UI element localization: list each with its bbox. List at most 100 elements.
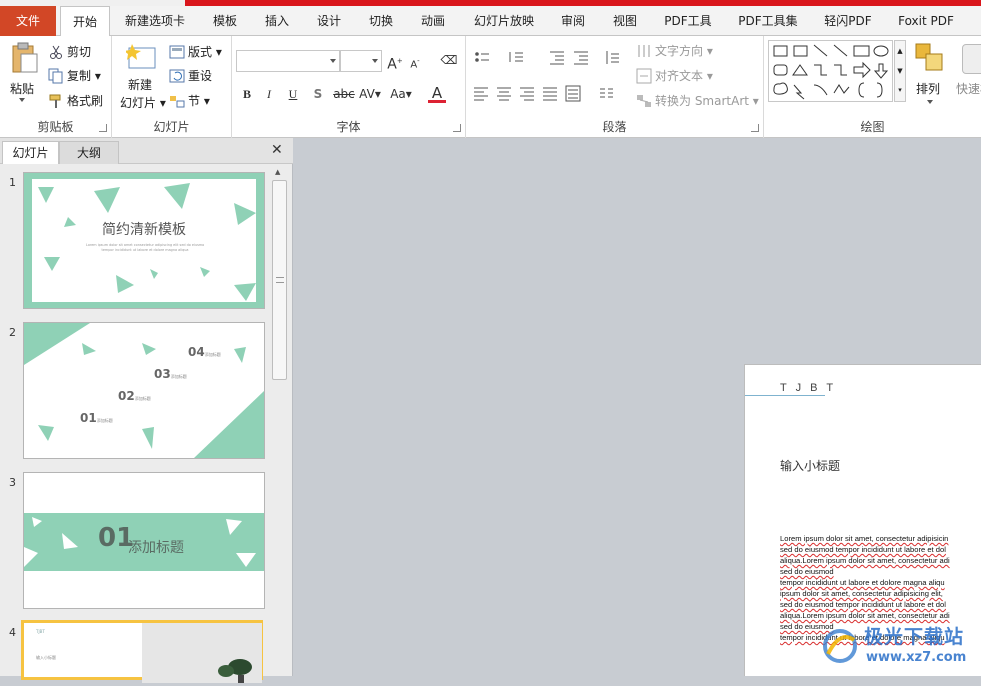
chevron-down-icon[interactable]: ▼ <box>895 61 905 81</box>
right-brace-shape-icon <box>876 82 883 98</box>
tab-pdf-toolset[interactable]: PDF工具集 <box>730 6 806 36</box>
columns-icon <box>600 88 613 98</box>
slides-panel: 幻灯片 大纲 ✕ 1 简约清新模板 Lorem ipsum dolor sit … <box>0 138 293 683</box>
arrow-line-shape-icon <box>833 44 848 57</box>
section-title: 添加标题 <box>128 540 184 556</box>
slide-number: 1 <box>9 176 16 189</box>
panel-scrollbar[interactable]: ▲ <box>271 166 288 676</box>
slide-thumbnail-2[interactable]: 04添加标题 03添加标题 02添加标题 01添加标题 <box>23 322 265 459</box>
section-button[interactable]: 节 ▾ <box>169 91 210 111</box>
tab-light-pdf[interactable]: 轻闪PDF <box>816 6 880 36</box>
panel-tabs: 幻灯片 大纲 ✕ <box>0 138 293 164</box>
slides-group: 新建 幻灯片 ▾ 版式 ▾ 重设 节 ▾ 幻灯片 <box>112 36 232 138</box>
convert-smartart-button[interactable]: 转换为 SmartArt ▾ <box>636 91 759 111</box>
text-direction-button[interactable]: 文字方向 ▾ <box>636 41 713 61</box>
align-right-icon <box>520 87 534 101</box>
slide-number: 4 <box>9 626 16 639</box>
align-text-icon <box>636 68 652 84</box>
shrink-font-button[interactable]: A- <box>406 51 424 71</box>
grow-font-button[interactable]: A+ <box>386 51 404 73</box>
change-case-button[interactable]: Aa▾ <box>388 84 414 104</box>
justify-icon <box>543 87 557 101</box>
tab-view[interactable]: 视图 <box>604 6 646 36</box>
bold-button[interactable]: B <box>238 84 256 104</box>
drawing-group: ▲ ▼ ▾ 排列 快速样 绘图 <box>764 36 981 138</box>
tab-foxit-pdf[interactable]: Foxit PDF <box>890 6 962 36</box>
header-rule <box>745 395 825 396</box>
reset-button[interactable]: 重设 <box>169 66 212 86</box>
layout-button[interactable]: 版式 ▾ <box>169 42 222 62</box>
slide-thumbnail-3[interactable]: 01 添加标题 <box>23 472 265 609</box>
left-brace-shape-icon <box>858 82 865 98</box>
align-text-button[interactable]: 对齐文本 ▾ <box>636 66 713 86</box>
paste-label: 粘贴 <box>10 82 35 96</box>
close-icon[interactable]: ✕ <box>271 142 283 158</box>
agenda-item: 01添加标题 <box>80 411 113 425</box>
tab-outline[interactable]: 大纲 <box>59 141 119 164</box>
shapes-scroll[interactable]: ▲ ▼ ▾ <box>894 40 906 102</box>
quick-styles-button[interactable]: 快速样 <box>954 40 981 112</box>
numbering-icon <box>509 52 523 62</box>
cut-button[interactable]: 剪切 <box>48 42 91 62</box>
clear-format-icon[interactable]: ⌫ <box>440 50 458 70</box>
tab-insert[interactable]: 插入 <box>256 6 298 36</box>
format-painter-label: 格式刷 <box>67 94 104 108</box>
scrollbar-thumb[interactable] <box>272 180 287 380</box>
clipboard-group-label: 剪贴板 <box>37 120 74 134</box>
font-group-label: 字体 <box>336 120 361 134</box>
slide-thumbnail-4[interactable]: TJBT 输入小标题 <box>21 620 263 683</box>
oval-shape-icon <box>873 45 889 57</box>
watermark-url: www.xz7.com <box>866 650 967 665</box>
tab-design[interactable]: 设计 <box>308 6 350 36</box>
font-color-button[interactable]: A <box>428 83 446 103</box>
paste-button[interactable]: 粘贴 <box>4 40 42 106</box>
dialog-launcher-icon[interactable] <box>453 124 461 132</box>
chevron-up-icon[interactable]: ▲ <box>275 168 280 176</box>
tab-file[interactable]: 文件 <box>0 6 56 36</box>
shadow-button[interactable]: S <box>309 84 327 104</box>
cloud-shape-icon <box>773 82 788 95</box>
more-icon[interactable]: ▾ <box>895 81 905 99</box>
dialog-launcher-icon[interactable] <box>99 124 107 132</box>
chevron-down-icon <box>927 100 933 104</box>
section-icon <box>169 93 185 109</box>
ribbon-tab-bar: 文件 开始 新建选项卡 模板 插入 设计 切换 动画 幻灯片放映 审阅 视图 P… <box>0 6 981 37</box>
dialog-launcher-icon[interactable] <box>751 124 759 132</box>
format-painter-button[interactable]: 格式刷 <box>48 91 103 111</box>
thumb-title: 简约清新模板 <box>102 222 186 238</box>
underline-button[interactable]: U <box>284 84 302 104</box>
new-slide-label-2: 幻灯片 ▾ <box>120 96 166 110</box>
section-label: 节 <box>188 94 201 108</box>
arrange-button[interactable]: 排列 <box>910 40 950 112</box>
tab-animation[interactable]: 动画 <box>412 6 454 36</box>
copy-button[interactable]: 复制 ▾ <box>48 66 101 86</box>
paste-icon <box>12 42 38 73</box>
layout-icon <box>169 44 185 60</box>
tab-transition[interactable]: 切换 <box>360 6 402 36</box>
tab-pdf-tools[interactable]: PDF工具 <box>656 6 720 36</box>
font-size-select[interactable] <box>340 50 382 72</box>
chevron-down-icon <box>19 98 25 102</box>
shapes-gallery[interactable] <box>768 40 893 102</box>
tab-slides[interactable]: 幻灯片 <box>2 141 59 164</box>
tab-new[interactable]: 新建选项卡 <box>117 6 193 36</box>
chevron-down-icon <box>372 59 378 63</box>
align-center-icon <box>497 87 511 101</box>
strikethrough-button[interactable]: abc <box>332 84 356 104</box>
tab-home[interactable]: 开始 <box>60 6 110 37</box>
char-spacing-button[interactable]: AV▾ <box>358 84 382 104</box>
italic-button[interactable]: I <box>260 84 278 104</box>
chevron-up-icon[interactable]: ▲ <box>895 41 905 61</box>
tab-template[interactable]: 模板 <box>204 6 246 36</box>
triangle-decorations <box>38 183 256 301</box>
slides-group-label: 幻灯片 <box>153 120 190 134</box>
tab-review[interactable]: 审阅 <box>552 6 594 36</box>
elbow-connector-icon <box>814 64 827 76</box>
down-arrow-shape-icon <box>873 63 889 79</box>
tab-slideshow[interactable]: 幻灯片放映 <box>466 6 542 36</box>
paragraph-group: 文字方向 ▾ 对齐文本 ▾ 转换为 SmartArt ▾ 段落 <box>466 36 764 138</box>
thumb-subtitle: Lorem ipsum dolor sit amet consectetur a… <box>86 243 204 252</box>
font-family-select[interactable] <box>236 50 340 72</box>
new-slide-button[interactable]: 新建 幻灯片 ▾ <box>116 40 168 112</box>
slide-thumbnail-1[interactable]: 简约清新模板 Lorem ipsum dolor sit amet consec… <box>23 172 265 309</box>
